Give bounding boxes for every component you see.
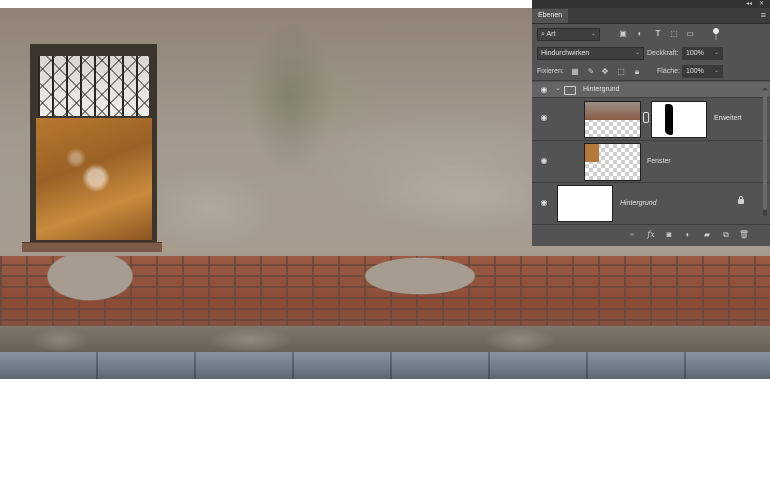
chevron-down-icon: ⌄: [713, 68, 719, 74]
layer-name[interactable]: Fenster: [647, 158, 671, 165]
rusty-board: [36, 118, 152, 240]
visibility-eye-icon[interactable]: ◉: [537, 85, 551, 95]
lock-pixels-icon[interactable]: ✎: [586, 67, 596, 77]
scrollbar-thumb[interactable]: [763, 90, 767, 210]
link-layers-icon[interactable]: ⚭: [626, 229, 638, 241]
chevron-down-icon: ⌄: [590, 31, 596, 37]
layer-thumbnail[interactable]: [584, 143, 641, 181]
chevron-down-icon[interactable]: ⌄: [555, 84, 561, 92]
lock-icon: [738, 196, 744, 204]
opacity-label: Deckkraft:: [647, 50, 679, 57]
panel-menu-icon[interactable]: ≡: [761, 10, 766, 21]
fill-value: 100%: [686, 68, 704, 75]
lock-label: Fixieren:: [537, 68, 564, 75]
panel-title-strip: ◂◂ ✕: [532, 0, 770, 8]
delete-layer-icon[interactable]: 🗑︎: [738, 229, 750, 241]
visibility-eye-icon[interactable]: ◉: [537, 113, 551, 123]
lock-transparency-icon[interactable]: ▦: [570, 67, 580, 77]
window-bars: [38, 56, 149, 116]
layer-row[interactable]: ◉ Fenster: [532, 140, 770, 183]
folder-icon: [564, 86, 576, 95]
lock-position-icon[interactable]: ✥: [600, 67, 610, 77]
blend-row: Hindurchwirken ⌄ Deckkraft: 100% ⌄: [532, 45, 770, 61]
mask-shape: [665, 104, 673, 135]
image-filter-icon[interactable]: ▣: [618, 29, 628, 39]
layer-row-group[interactable]: ◉ ⌄ Hintergrund: [532, 82, 770, 98]
lock-row: Fixieren: ▦ ✎ ✥ ⬚ 🔒︎ Fläche: 100% ⌄: [532, 64, 770, 81]
adjustment-layer-icon[interactable]: ◐: [682, 229, 694, 241]
panel-tab-bar: Ebenen ≡: [532, 8, 770, 24]
new-layer-icon[interactable]: ⧉: [720, 229, 732, 241]
opacity-value: 100%: [686, 50, 704, 57]
layer-row[interactable]: ◉ Erweitert: [532, 97, 770, 141]
type-filter-icon[interactable]: T: [653, 29, 663, 39]
shape-filter-icon[interactable]: ⬚: [669, 29, 679, 39]
chain-link-icon[interactable]: [643, 112, 649, 123]
visibility-eye-icon[interactable]: ◉: [537, 198, 551, 208]
chevron-down-icon: ⌄: [713, 50, 719, 56]
mask-thumbnail[interactable]: [651, 101, 707, 138]
visibility-eye-icon[interactable]: ◉: [537, 156, 551, 166]
fill-input[interactable]: 100% ⌄: [682, 65, 723, 78]
layer-thumbnail[interactable]: [557, 185, 613, 222]
layers-panel: ◂◂ ✕ Ebenen ≡ ⌕ Art ⌄ ▣ ◐ T ⬚ ▭ Hindurch…: [532, 0, 770, 246]
opacity-input[interactable]: 100% ⌄: [682, 47, 723, 60]
adjustment-filter-icon[interactable]: ◐: [635, 29, 645, 39]
fill-label: Fläche:: [657, 68, 680, 75]
layers-footer: ⚭ fx ◙ ◐ ▰ ⧉ 🗑︎: [532, 224, 770, 245]
blend-mode-value: Hindurchwirken: [541, 50, 590, 57]
fx-icon[interactable]: fx: [645, 229, 657, 241]
new-group-icon[interactable]: ▰: [701, 229, 713, 241]
layer-name[interactable]: Erweitert: [714, 115, 742, 122]
layer-name[interactable]: Hintergrund: [583, 86, 620, 93]
add-mask-icon[interactable]: ◙: [663, 229, 675, 241]
filter-toggle[interactable]: [713, 28, 719, 40]
thumbnail-image: [585, 144, 599, 162]
filter-kind-select[interactable]: ⌕ Art ⌄: [537, 28, 600, 41]
thumbnail-image: [585, 102, 640, 120]
blend-mode-select[interactable]: Hindurchwirken ⌄: [537, 47, 644, 60]
chevron-down-icon: ⌄: [634, 50, 640, 56]
scrollbar[interactable]: [763, 88, 767, 216]
layer-filter-row: ⌕ Art ⌄ ▣ ◐ T ⬚ ▭: [532, 26, 770, 42]
smart-object-filter-icon[interactable]: ▭: [685, 29, 695, 39]
filter-kind-value: Art: [546, 31, 556, 38]
lock-artboard-icon[interactable]: ⬚: [616, 67, 626, 77]
lock-all-icon[interactable]: 🔒︎: [632, 67, 642, 77]
layer-name[interactable]: Hintergrund: [620, 200, 657, 207]
sidewalk: [0, 352, 770, 379]
tab-layers[interactable]: Ebenen: [532, 9, 569, 23]
search-icon: ⌕: [541, 31, 545, 38]
window-sill: [22, 242, 162, 252]
layer-thumbnail[interactable]: [584, 101, 641, 138]
close-icon[interactable]: ✕: [759, 0, 764, 8]
layer-row-background[interactable]: ◉ Hintergrund: [532, 182, 770, 224]
collapse-icon[interactable]: ◂◂: [746, 0, 752, 8]
